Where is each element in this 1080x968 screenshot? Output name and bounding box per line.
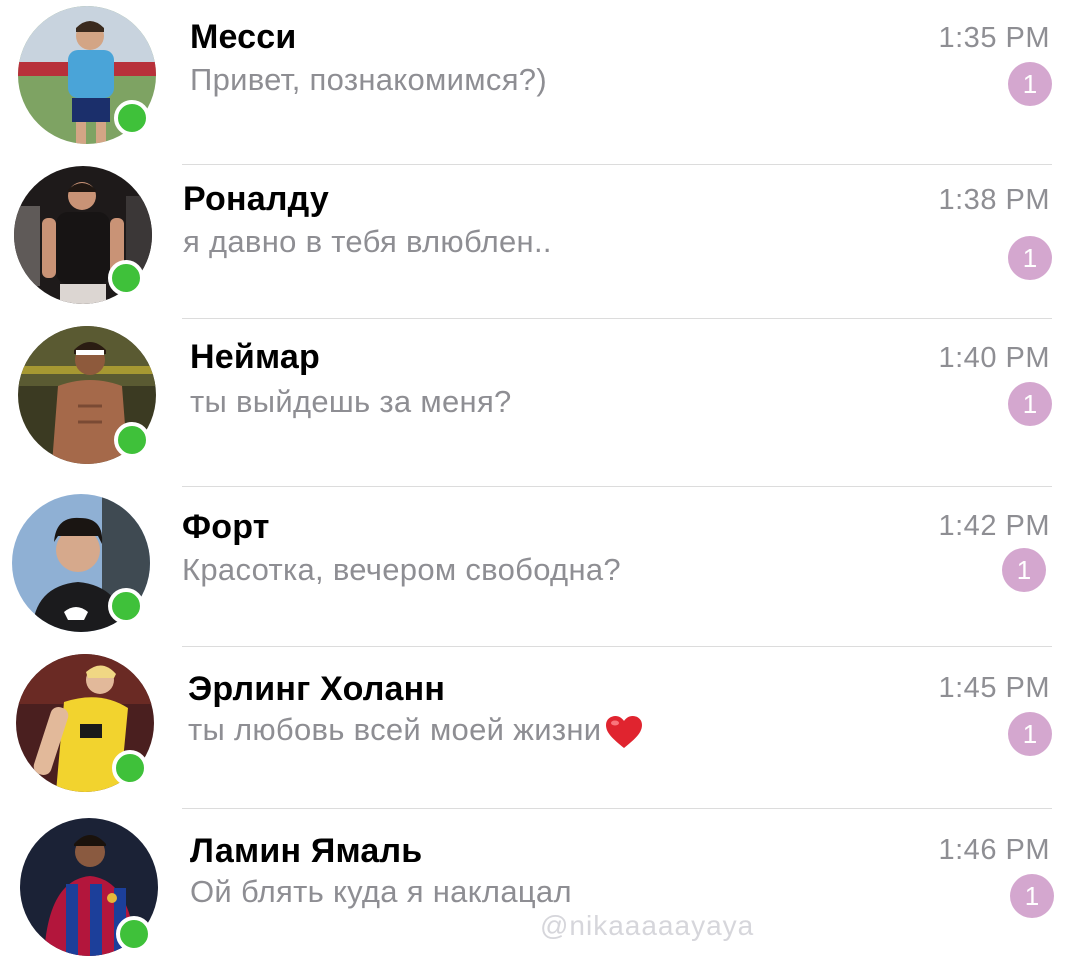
message-preview: Красотка, вечером свободна? [182, 552, 621, 587]
chat-row-fort[interactable]: Форт Красотка, вечером свободна? 1:42 PM… [0, 486, 1080, 646]
unread-badge: 1 [1010, 874, 1054, 918]
unread-badge: 1 [1008, 382, 1052, 426]
message-time: 1:45 PM [938, 672, 1050, 704]
online-indicator [108, 260, 144, 296]
contact-name: Эрлинг Холанн [188, 670, 446, 708]
unread-badge: 1 [1008, 712, 1052, 756]
contact-name: Ламин Ямаль [190, 832, 423, 870]
message-preview: Привет, познакомимся?) [190, 62, 547, 97]
chat-row-lamine[interactable]: Ламин Ямаль Ой блять куда я наклацал 1:4… [0, 808, 1080, 968]
message-preview-text: ты любовь всей моей жизни [188, 712, 602, 747]
online-indicator [114, 100, 150, 136]
contact-name: Неймар [190, 338, 320, 376]
contact-name: Форт [182, 508, 270, 546]
online-indicator [112, 750, 148, 786]
chat-row-ronaldo[interactable]: Роналду я давно в тебя влюблен.. 1:38 PM… [0, 160, 1080, 320]
message-time: 1:35 PM [938, 22, 1050, 54]
chat-row-neymar[interactable]: Неймар ты выйдешь за меня? 1:40 PM 1 [0, 318, 1080, 478]
online-indicator [108, 588, 144, 624]
message-time: 1:42 PM [938, 510, 1050, 542]
message-preview: ты выйдешь за меня? [190, 384, 512, 419]
chat-row-erling[interactable]: Эрлинг Холанн ты любовь всей моей жизни … [0, 646, 1080, 806]
unread-badge: 1 [1008, 236, 1052, 280]
message-time: 1:46 PM [938, 834, 1050, 866]
online-indicator [116, 916, 152, 952]
watermark: @nikaaaaayaya [540, 910, 755, 941]
chat-list: Месси Привет, познакомимся?) 1:35 PM 1 Р… [0, 0, 1080, 964]
contact-name: Роналду [183, 180, 329, 218]
online-indicator [114, 422, 150, 458]
heart-icon [606, 715, 643, 748]
unread-badge: 1 [1002, 548, 1046, 592]
contact-name: Месси [190, 18, 297, 56]
chat-row-messi[interactable]: Месси Привет, познакомимся?) 1:35 PM 1 [0, 0, 1080, 160]
message-time: 1:40 PM [938, 342, 1050, 374]
message-preview: ты любовь всей моей жизни [188, 712, 643, 749]
message-preview: я давно в тебя влюблен.. [183, 224, 552, 259]
message-time: 1:38 PM [938, 184, 1050, 216]
unread-badge: 1 [1008, 62, 1052, 106]
message-preview: Ой блять куда я наклацал [190, 874, 572, 909]
